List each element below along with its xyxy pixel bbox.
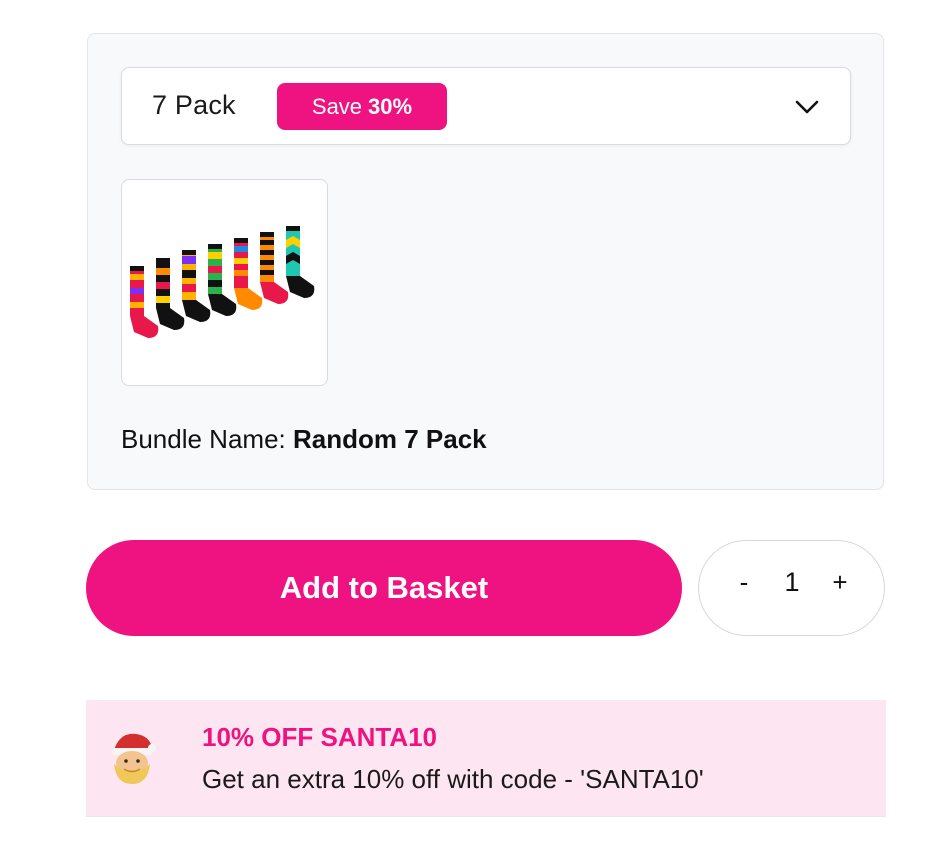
add-to-basket-button[interactable]: Add to Basket: [86, 540, 682, 636]
promo-title: 10% OFF SANTA10: [202, 722, 438, 752]
save-badge-prefix: Save: [311, 93, 363, 119]
pack-size-value: 7 Pack: [152, 90, 236, 120]
colorful-socks-image: [130, 226, 315, 338]
decrement-button[interactable]: -: [729, 567, 759, 598]
promo-text: Get an extra 10% off with code - 'SANTA1…: [202, 764, 704, 794]
bundle-card: 7 Pack Save 30% Bundle Name: Random 7 Pa…: [87, 33, 884, 490]
pack-size-select[interactable]: 7 Pack Save 30%: [121, 67, 851, 145]
save-badge: Save 30%: [277, 83, 447, 130]
increment-button[interactable]: +: [825, 567, 855, 598]
quantity-stepper: - 1 +: [698, 540, 885, 636]
promo-banner: 10% OFF SANTA10 Get an extra 10% off wit…: [86, 700, 886, 817]
quantity-value[interactable]: 1: [777, 567, 807, 598]
santa-emoji: [112, 733, 156, 784]
bundle-thumbnail[interactable]: [121, 179, 328, 386]
chevron-down-icon[interactable]: [794, 94, 820, 120]
save-badge-value: 30%: [368, 93, 413, 119]
bundle-name-value: Random 7 Pack: [293, 424, 487, 454]
bundle-name: Bundle Name: Random 7 Pack: [121, 424, 487, 455]
bundle-name-label: Bundle Name:: [121, 424, 286, 454]
